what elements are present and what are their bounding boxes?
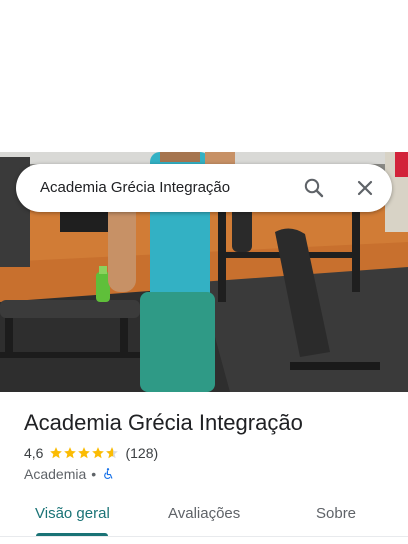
place-category: Academia — [24, 466, 87, 482]
star-rating — [49, 446, 119, 460]
tab-reviews[interactable]: Avaliações — [168, 505, 240, 522]
tab-bar: Visão geral Avaliações Sobre — [0, 496, 408, 536]
separator-dot: • — [91, 466, 97, 482]
half-star-icon — [106, 447, 119, 459]
star-icon — [64, 447, 77, 459]
reviews-count[interactable]: (128) — [125, 445, 158, 461]
search-icon[interactable] — [302, 176, 326, 200]
category-row: Academia • — [24, 465, 115, 483]
wheelchair-accessible-icon — [104, 468, 113, 480]
rating-row[interactable]: 4,6 (128) — [24, 444, 158, 462]
star-icon — [92, 447, 105, 459]
rating-value: 4,6 — [24, 445, 44, 461]
search-bar[interactable]: Academia Grécia Integração — [16, 164, 392, 212]
tabs-divider — [0, 536, 408, 537]
tab-about[interactable]: Sobre — [316, 505, 356, 522]
star-icon — [50, 447, 63, 459]
star-icon — [78, 447, 91, 459]
close-icon[interactable] — [353, 176, 377, 200]
tab-overview[interactable]: Visão geral — [35, 505, 110, 522]
top-blank-area — [0, 0, 408, 152]
place-title: Academia Grécia Integração — [24, 410, 303, 435]
search-query-text[interactable]: Academia Grécia Integração — [40, 179, 230, 196]
